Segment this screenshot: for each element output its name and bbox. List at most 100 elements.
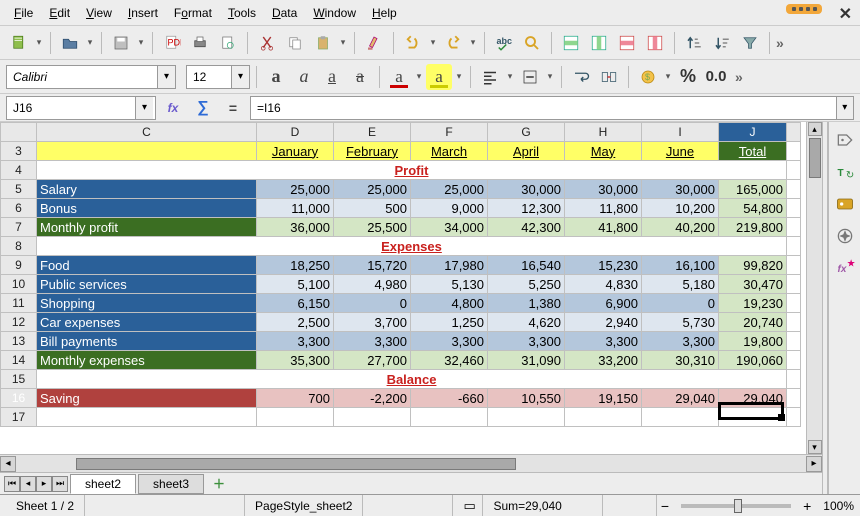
number-format-icon[interactable]: 0.0 — [703, 64, 729, 90]
italic-icon[interactable]: a — [291, 64, 317, 90]
zoom-knob[interactable] — [734, 499, 742, 513]
menu-data[interactable]: Data — [264, 2, 305, 24]
autofilter-icon[interactable] — [737, 30, 763, 56]
row-public[interactable]: 10 Public services 5,1004,9805,1305,2504… — [1, 275, 801, 294]
spreadsheet-grid[interactable]: C D E F G H I J 3 January February March — [0, 122, 806, 454]
zoom-out-icon[interactable]: − — [657, 498, 673, 514]
close-icon[interactable]: ✕ — [839, 4, 852, 24]
highlight-color-icon[interactable]: a — [426, 64, 452, 90]
scroll-down-icon[interactable]: ▾ — [808, 440, 822, 454]
zoom-in-icon[interactable]: + — [799, 498, 815, 514]
font-size-dropdown-icon[interactable]: ▾ — [231, 66, 249, 88]
new-file-icon[interactable] — [6, 30, 32, 56]
sheet-tab-1[interactable]: sheet2 — [70, 474, 136, 494]
export-pdf-icon[interactable]: PDF — [159, 30, 185, 56]
formula-eq-icon[interactable]: = — [220, 95, 246, 121]
new-file-dropdown[interactable]: ▾ — [34, 30, 44, 56]
row-monthly-expenses[interactable]: 14 Monthly expenses 35,30027,70032,46031… — [1, 351, 801, 370]
save-icon[interactable] — [108, 30, 134, 56]
currency-icon[interactable]: $ — [635, 64, 661, 90]
section-balance[interactable]: 15 Balance — [1, 370, 801, 389]
row-shopping[interactable]: 11 Shopping 6,15004,8001,3806,9000 19,23… — [1, 294, 801, 313]
find-icon[interactable] — [519, 30, 545, 56]
row-saving[interactable]: 16 Saving 700-2,200-66010,55019,15029,04… — [1, 389, 801, 408]
valign-icon[interactable] — [517, 64, 543, 90]
undo-dropdown[interactable]: ▾ — [428, 30, 438, 56]
undo-icon[interactable] — [400, 30, 426, 56]
section-profit[interactable]: 4 Profit — [1, 161, 801, 180]
highlight-dropdown[interactable]: ▾ — [454, 64, 464, 90]
tab-nav-prev-icon[interactable]: ◂ — [20, 476, 36, 492]
clone-format-icon[interactable] — [361, 30, 387, 56]
horizontal-scrollbar[interactable]: ◂ ▸ — [0, 454, 822, 472]
cut-icon[interactable] — [254, 30, 280, 56]
sidebar-gallery-icon[interactable] — [833, 192, 857, 216]
name-box-input[interactable] — [7, 97, 135, 119]
tab-nav-next-icon[interactable]: ▸ — [36, 476, 52, 492]
redo-dropdown[interactable]: ▾ — [468, 30, 478, 56]
bold-icon[interactable]: a — [263, 64, 289, 90]
sidebar-navigator-icon[interactable] — [833, 224, 857, 248]
tab-nav-last-icon[interactable]: ⏭ — [52, 476, 68, 492]
row-bill[interactable]: 13 Bill payments 3,3003,3003,3003,3003,3… — [1, 332, 801, 351]
merge-cells-icon[interactable] — [596, 64, 622, 90]
open-file-icon[interactable] — [57, 30, 83, 56]
align-dropdown[interactable]: ▾ — [505, 64, 515, 90]
print-icon[interactable] — [187, 30, 213, 56]
window-handle[interactable] — [786, 4, 822, 14]
copy-icon[interactable] — [282, 30, 308, 56]
open-dropdown[interactable]: ▾ — [85, 30, 95, 56]
row-car[interactable]: 12 Car expenses 2,5003,7001,2504,6202,94… — [1, 313, 801, 332]
sheet-tab-2[interactable]: sheet3 — [138, 474, 204, 494]
align-left-icon[interactable] — [477, 64, 503, 90]
sidebar-styles-icon[interactable]: T↻ — [833, 160, 857, 184]
menu-insert[interactable]: Insert — [120, 2, 166, 24]
menu-tools[interactable]: Tools — [220, 2, 264, 24]
row-17[interactable]: 17 — [1, 408, 801, 427]
formula-expand-icon[interactable]: ▾ — [836, 97, 854, 119]
add-sheet-icon[interactable]: ＋ — [210, 476, 228, 492]
formatting-overflow-icon[interactable]: » — [735, 69, 743, 85]
currency-dropdown[interactable]: ▾ — [663, 64, 673, 90]
row-salary[interactable]: 5 Salary 25,00025,00025,00030,00030,0003… — [1, 180, 801, 199]
insert-mode-icon[interactable]: ▭ — [463, 498, 475, 514]
scroll-left-icon[interactable]: ◂ — [0, 456, 16, 472]
delete-row-icon[interactable] — [614, 30, 640, 56]
column-headers[interactable]: C D E F G H I J — [1, 123, 801, 142]
sort-desc-icon[interactable] — [709, 30, 735, 56]
zoom-percent[interactable]: 100% — [815, 499, 854, 513]
formula-input[interactable] — [251, 97, 836, 119]
hscroll-thumb[interactable] — [76, 458, 516, 470]
function-wizard-icon[interactable]: fx — [160, 95, 186, 121]
font-size-input[interactable] — [187, 66, 231, 88]
font-name-input[interactable] — [7, 66, 157, 88]
font-name-dropdown-icon[interactable]: ▾ — [157, 66, 175, 88]
header-row[interactable]: 3 January February March April May June … — [1, 142, 801, 161]
status-pagestyle[interactable]: PageStyle_sheet2 — [245, 495, 363, 516]
strikethrough-icon[interactable]: a — [347, 64, 373, 90]
paste-dropdown[interactable]: ▾ — [338, 30, 348, 56]
row-monthly-profit[interactable]: 7 Monthly profit 36,00025,50034,00042,30… — [1, 218, 801, 237]
menu-format[interactable]: Format — [166, 2, 220, 24]
print-preview-icon[interactable] — [215, 30, 241, 56]
menu-edit[interactable]: Edit — [41, 2, 78, 24]
valign-dropdown[interactable]: ▾ — [545, 64, 555, 90]
zoom-slider[interactable] — [681, 504, 791, 508]
status-sum[interactable]: Sum=29,040 — [483, 495, 603, 516]
underline-icon[interactable]: a — [319, 64, 345, 90]
delete-col-icon[interactable] — [642, 30, 668, 56]
sort-asc-icon[interactable] — [681, 30, 707, 56]
menu-help[interactable]: Help — [364, 2, 405, 24]
insert-col-icon[interactable] — [586, 30, 612, 56]
percent-icon[interactable]: % — [675, 64, 701, 90]
font-name-combo[interactable]: ▾ — [6, 65, 176, 89]
font-size-combo[interactable]: ▾ — [186, 65, 250, 89]
menu-view[interactable]: View — [78, 2, 120, 24]
section-expenses[interactable]: 8 Expenses — [1, 237, 801, 256]
sum-icon[interactable]: ∑ — [190, 95, 216, 121]
name-box[interactable]: ▾ — [6, 96, 156, 120]
paste-icon[interactable] — [310, 30, 336, 56]
name-box-dropdown-icon[interactable]: ▾ — [135, 97, 153, 119]
vscroll-thumb[interactable] — [809, 138, 821, 178]
spellcheck-icon[interactable]: abc — [491, 30, 517, 56]
